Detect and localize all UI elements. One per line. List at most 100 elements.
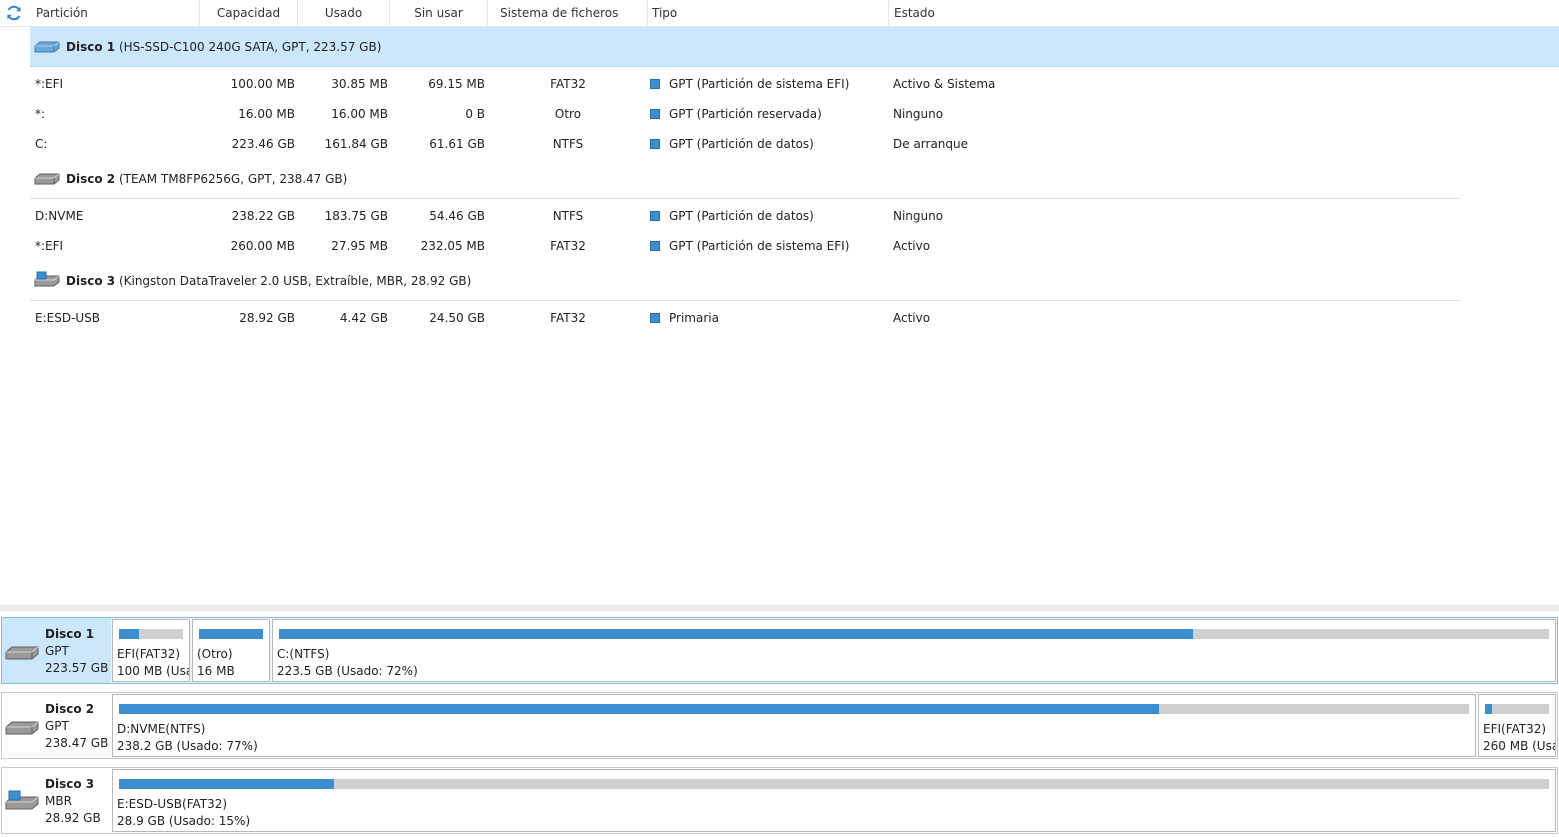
ssd-drive-icon <box>34 41 60 53</box>
disk-name: Disco 2 <box>66 172 116 186</box>
partition-status: Activo & Sistema <box>893 77 996 91</box>
disk-map-3[interactable]: Disco 3 MBR 28.92 GB E:ESD-USB(FAT32) 28… <box>1 767 1558 834</box>
partition-row[interactable]: *:EFI 100.00 MB 30.85 MB 69.15 MB FAT32 … <box>0 69 1559 99</box>
partition-status: Activo <box>893 239 931 253</box>
partition-name: *: <box>35 107 46 121</box>
partition-status: Ninguno <box>893 209 944 223</box>
partition-capacity: 28.92 GB <box>239 311 295 325</box>
partition-unused: 232.05 MB <box>420 239 485 253</box>
usage-bar <box>119 779 1549 789</box>
partition-color-icon <box>650 241 660 251</box>
disk-row[interactable]: Disco 3 (Kingston DataTraveler 2.0 USB, … <box>30 261 1459 301</box>
disk-map-style: GPT <box>45 644 69 658</box>
partition-status: Ninguno <box>893 107 944 121</box>
partition-used: 16.00 MB <box>331 107 388 121</box>
usage-bar <box>119 629 183 639</box>
partition-used: 4.42 GB <box>339 311 388 325</box>
column-type[interactable]: Tipo <box>648 0 889 26</box>
column-unused[interactable]: Sin usar <box>390 0 488 26</box>
map-partition-size: 260 MB (Usado: 11%) <box>1483 739 1555 753</box>
partition-filesystem: NTFS <box>552 137 584 151</box>
disk-row[interactable]: Disco 2 (TEAM TM8FP6256G, GPT, 238.47 GB… <box>30 159 1459 199</box>
partition-used: 161.84 GB <box>324 137 388 151</box>
disk-map-name: Disco 3 <box>45 777 95 791</box>
partition-name: D:NVME <box>35 209 84 223</box>
map-partition-block[interactable]: C:(NTFS) 223.5 GB (Usado: 72%) <box>272 619 1556 682</box>
disk-detail: (TEAM TM8FP6256G, GPT, 238.47 GB) <box>118 172 348 186</box>
partition-capacity: 260.00 MB <box>230 239 295 253</box>
map-partition-size: 238.2 GB (Usado: 77%) <box>117 739 258 753</box>
usb-drive-icon <box>34 271 60 287</box>
disk-detail: (Kingston DataTraveler 2.0 USB, Extraíbl… <box>118 274 472 288</box>
column-header: Partición Capacidad Usado Sin usar Siste… <box>0 0 1559 27</box>
map-partition-block[interactable]: EFI(FAT32) 260 MB (Usado: 11%) <box>1478 694 1556 757</box>
column-capacity[interactable]: Capacidad <box>200 0 298 26</box>
disk-row[interactable]: Disco 1 (HS-SSD-C100 240G SATA, GPT, 223… <box>30 27 1559 67</box>
partition-type: GPT (Partición de datos) <box>669 137 814 151</box>
map-partition-label: E:ESD-USB(FAT32) <box>117 797 228 811</box>
usb-drive-icon <box>5 790 39 810</box>
ssd-drive-icon <box>5 646 39 660</box>
partition-used: 183.75 GB <box>324 209 388 223</box>
column-status[interactable]: Estado <box>889 0 1559 26</box>
disk-map-info[interactable]: Disco 2 GPT 238.47 GB <box>2 693 111 758</box>
partition-filesystem: FAT32 <box>550 311 586 325</box>
partition-filesystem: FAT32 <box>550 77 586 91</box>
column-partition[interactable]: Partición <box>30 0 200 26</box>
partition-row[interactable]: D:NVME 238.22 GB 183.75 GB 54.46 GB NTFS… <box>0 201 1559 231</box>
usage-bar <box>119 704 1469 714</box>
disk-map-size: 223.57 GB <box>45 661 109 675</box>
disk-map-info[interactable]: Disco 3 MBR 28.92 GB <box>2 768 111 833</box>
disk-map-size: 238.47 GB <box>45 736 109 750</box>
disk-map-1[interactable]: Disco 1 GPT 223.57 GB EFI(FAT32) 100 MB … <box>1 617 1558 684</box>
partition-status: De arranque <box>893 137 969 151</box>
partition-color-icon <box>650 109 660 119</box>
map-partition-label: EFI(FAT32) <box>117 647 181 661</box>
refresh-icon[interactable] <box>5 4 23 22</box>
map-partition-block[interactable]: EFI(FAT32) 100 MB (Usado: 31%) <box>112 619 190 682</box>
partition-name: E:ESD-USB <box>35 311 101 325</box>
disk-map-2[interactable]: Disco 2 GPT 238.47 GB D:NVME(NTFS) 238.2… <box>1 692 1558 759</box>
partition-status: Activo <box>893 311 931 325</box>
partition-row[interactable]: C: 223.46 GB 161.84 GB 61.61 GB NTFS GPT… <box>0 129 1559 159</box>
usage-bar <box>279 629 1549 639</box>
partition-row[interactable]: *: 16.00 MB 16.00 MB 0 B Otro GPT (Parti… <box>0 99 1559 129</box>
partition-color-icon <box>650 139 660 149</box>
map-partition-size: 223.5 GB (Usado: 72%) <box>277 664 418 678</box>
map-partition-label: EFI(FAT32) <box>1483 722 1547 736</box>
map-partition-size: 28.9 GB (Usado: 15%) <box>117 814 251 828</box>
map-partition-block[interactable]: E:ESD-USB(FAT32) 28.9 GB (Usado: 15%) <box>112 769 1556 832</box>
map-partition-block[interactable]: (Otro) 16 MB <box>192 619 270 682</box>
disk-detail: (HS-SSD-C100 240G SATA, GPT, 223.57 GB) <box>118 40 382 54</box>
disk-map-info[interactable]: Disco 1 GPT 223.57 GB <box>2 618 111 683</box>
map-partition-block[interactable]: D:NVME(NTFS) 238.2 GB (Usado: 77%) <box>112 694 1476 757</box>
partition-capacity: 238.22 GB <box>231 209 295 223</box>
partition-used: 30.85 MB <box>331 77 388 91</box>
partition-capacity: 16.00 MB <box>238 107 295 121</box>
partition-unused: 54.46 GB <box>429 209 485 223</box>
partition-unused: 24.50 GB <box>429 311 485 325</box>
disk-map-size: 28.92 GB <box>45 811 101 825</box>
panel-splitter[interactable] <box>0 605 1559 611</box>
partition-unused: 0 B <box>465 107 485 121</box>
partition-unused: 69.15 MB <box>428 77 485 91</box>
usage-bar-fill <box>119 779 334 789</box>
partition-name: *:EFI <box>35 77 64 91</box>
usage-bar-fill <box>279 629 1194 639</box>
partition-row[interactable]: *:EFI 260.00 MB 27.95 MB 232.05 MB FAT32… <box>0 231 1559 261</box>
partition-unused: 61.61 GB <box>429 137 485 151</box>
partition-list: Disco 1 (HS-SSD-C100 240G SATA, GPT, 223… <box>0 27 1559 333</box>
usage-bar-fill <box>199 629 263 639</box>
partition-filesystem: NTFS <box>552 209 584 223</box>
map-partition-label: D:NVME(NTFS) <box>117 722 206 736</box>
column-used[interactable]: Usado <box>298 0 390 26</box>
column-filesystem[interactable]: Sistema de ficheros <box>488 0 648 26</box>
partition-type: GPT (Partición de sistema EFI) <box>669 77 850 91</box>
disk-map-style: MBR <box>45 794 72 808</box>
partition-type: GPT (Partición de datos) <box>669 209 814 223</box>
map-partition-label: C:(NTFS) <box>277 647 330 661</box>
partition-filesystem: Otro <box>554 107 582 121</box>
partition-row[interactable]: E:ESD-USB 28.92 GB 4.42 GB 24.50 GB FAT3… <box>0 303 1559 333</box>
usage-bar <box>1485 704 1549 714</box>
hard-drive-icon <box>34 173 60 185</box>
